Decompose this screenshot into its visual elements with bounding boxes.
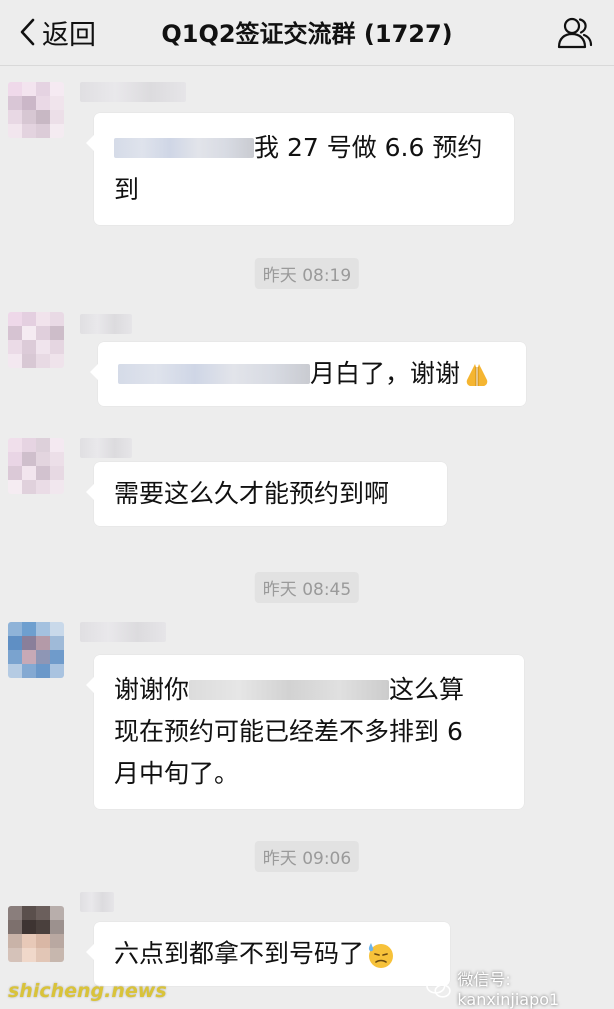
message-text: 六点到都拿不到号码了 xyxy=(114,939,365,968)
message-text: 需要这么久才能预约到啊 xyxy=(114,479,390,508)
sender-name-redacted xyxy=(80,892,114,912)
message-text: 现在预约可能已经差不多排到 6 xyxy=(114,717,463,746)
redacted-text xyxy=(189,680,390,700)
group-members-icon[interactable] xyxy=(556,14,594,52)
back-label: 返回 xyxy=(42,19,96,51)
wechat-watermark: 微信号: kanxinjiapo1 xyxy=(426,966,614,1009)
message-text: 这么算 xyxy=(389,675,465,704)
wechat-id: 微信号: kanxinjiapo1 xyxy=(457,970,560,1009)
sender-name-redacted xyxy=(80,622,166,642)
timestamp: 昨天 08:45 xyxy=(254,572,360,603)
message-bubble[interactable]: 我 27 号做 6.6 预约 到 xyxy=(86,113,514,225)
message-bubble[interactable]: 需要这么久才能预约到啊 xyxy=(86,462,447,526)
message-text: 月白了，谢谢 xyxy=(310,359,461,388)
wechat-logo-icon xyxy=(426,977,451,998)
chevron-left-icon xyxy=(20,18,35,46)
redacted-text xyxy=(118,364,310,384)
sender-name-redacted xyxy=(80,82,186,102)
message-text: 到 xyxy=(114,175,140,204)
downcast-face-with-sweat-icon xyxy=(368,943,394,968)
site-watermark: shicheng.news xyxy=(8,980,167,1002)
redacted-text xyxy=(114,138,254,158)
message-text: 月中旬了。 xyxy=(114,759,240,788)
timestamp: 昨天 09:06 xyxy=(254,841,360,872)
message-bubble[interactable]: 六点到都拿不到号码了 xyxy=(86,922,450,986)
sender-name-redacted xyxy=(80,314,132,334)
folded-hands-icon xyxy=(466,364,488,386)
timestamp: 昨天 08:19 xyxy=(254,258,360,289)
chat-title: Q1Q2签证交流群 (1727) xyxy=(161,20,453,48)
message-bubble[interactable]: 谢谢你 这么算 现在预约可能已经差不多排到 6 月中旬了。 xyxy=(86,655,524,809)
message-bubble[interactable]: 月白了，谢谢 xyxy=(90,342,526,406)
sender-name-redacted xyxy=(80,438,132,458)
back-button[interactable]: 返回 xyxy=(18,12,96,52)
chat-header: 返回 Q1Q2签证交流群 (1727) xyxy=(0,0,614,66)
message-text: 我 27 号做 6.6 预约 xyxy=(254,133,483,162)
avatar[interactable] xyxy=(8,312,64,368)
avatar[interactable] xyxy=(8,82,64,138)
message-text: 谢谢你 xyxy=(114,675,190,704)
avatar[interactable] xyxy=(8,906,64,962)
avatar[interactable] xyxy=(8,438,64,494)
avatar[interactable] xyxy=(8,622,64,678)
